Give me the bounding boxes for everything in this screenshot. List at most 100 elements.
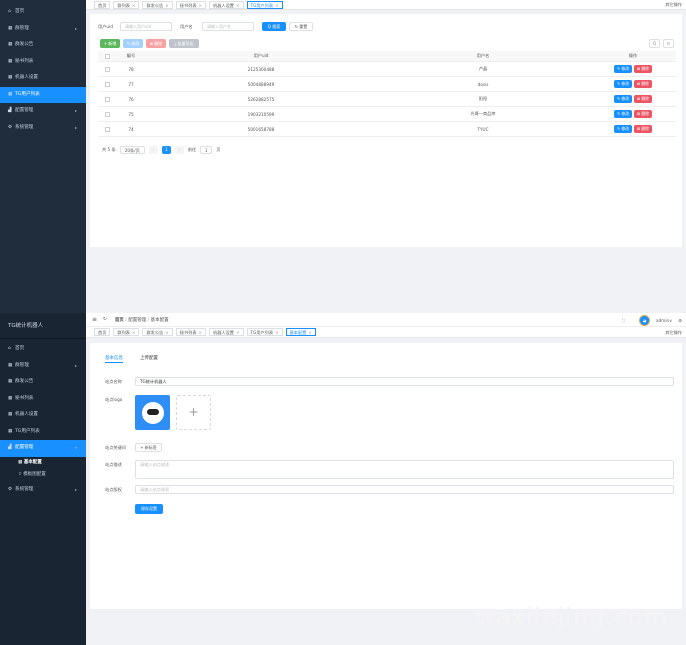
row-delete-button[interactable]: ⊠ 删除 [634,65,652,73]
row-checkbox[interactable] [104,81,110,87]
sidebar-item-label: 群发公告 [15,42,34,47]
close-icon[interactable]: × [165,330,169,335]
tab-basic-info[interactable]: 基本信息 [105,355,123,363]
row-edit-button[interactable]: ✎ 修改 [614,110,632,118]
sidebar-item-bot-3[interactable]: ▦ 秘书列表 [0,391,86,408]
sidebar-item-label: 系统管理 [15,124,34,130]
search-toggle-icon[interactable]: Q [649,39,660,48]
close-icon[interactable]: × [132,330,136,335]
copyright-input[interactable]: 请输入站点版权 [135,485,674,494]
top-tab-3[interactable]: 秘书列表 × [175,0,207,9]
sidebar-item-top-0[interactable]: ⌂ 首页 [0,4,86,21]
other-actions-dropdown-2[interactable]: 其它操作 [665,327,682,338]
sidebar-item-top-7[interactable]: ⚙ 系统管理 ▸ [0,120,86,137]
close-icon[interactable]: × [236,330,240,335]
breadcrumb-item[interactable]: 配置管理 [128,318,146,323]
bot-tab-6[interactable]: 基本配置 × [285,328,316,336]
add-tag-button[interactable]: + 新标签 [135,443,162,452]
sidebar-item-bot-5[interactable]: ▦ TG用户列表 [0,424,86,441]
refresh-icon[interactable]: ↻ [663,39,674,48]
upload-plus-icon[interactable]: + [176,395,211,430]
sidebar-subitem-0[interactable]: ▦ 基本配置 [0,457,86,470]
copyright-label: 站点版权 [105,487,122,492]
close-icon[interactable]: × [275,3,279,8]
bot-tab-2[interactable]: 群发公告 × [142,328,173,336]
sidebar-item-bot-2[interactable]: ▦ 群发公告 [0,374,86,391]
reset-button[interactable]: ↻ 重置 [289,22,313,31]
settings-gear-icon[interactable]: ⚙ [678,318,682,323]
edit-button[interactable]: ✎ 修改 [123,39,143,48]
search-button[interactable]: Q 搜索 [262,22,286,31]
row-delete-button[interactable]: ⊠ 删除 [634,80,652,88]
delete-button[interactable]: ⊠ 删除 [146,39,166,48]
tab-label: TG用户列表 [250,2,274,8]
desc-textarea[interactable]: 请输入站点描述 [135,460,674,479]
close-icon[interactable]: × [275,330,279,335]
refresh-page-icon[interactable]: ↻ [103,317,107,322]
other-actions-dropdown[interactable]: 其它操作 [665,0,682,10]
page-size-select[interactable]: 20条/页 [119,146,145,154]
logo-image[interactable] [135,395,170,430]
top-tab-4[interactable]: 机器人设置 × [209,0,244,9]
close-icon[interactable]: × [236,3,240,8]
top-tab-1[interactable]: 群列表 × [113,0,140,9]
avatar[interactable]: ◕ [639,314,651,326]
user-name[interactable]: admin∨ [656,318,672,323]
row-edit-button[interactable]: ✎ 修改 [614,95,632,103]
grid-icon: ▦ [8,379,13,384]
pagination: 共 5 条 20条/页 ‹ 1 › 前往 1 页 [102,146,220,154]
sidebar-item-top-5[interactable]: ▦ TG用户列表 [0,86,86,103]
close-icon[interactable]: × [165,3,169,8]
row-edit-button[interactable]: ✎ 修改 [614,80,632,88]
row-edit-button[interactable]: ✎ 修改 [614,125,632,133]
close-icon[interactable]: × [199,3,203,8]
bot-tab-5[interactable]: TG用户列表 × [246,328,283,336]
sidebar-item-bot-4[interactable]: ▦ 机器人设置 [0,407,86,424]
top-tab-5[interactable]: TG用户列表 × [246,0,283,9]
bot-tab-3[interactable]: 秘书列表 × [175,328,207,336]
sidebar-item-bot-1[interactable]: ▦ 群管理 ▸ [0,358,86,375]
sidebar-item-top-6[interactable]: ▟ 配置管理 ▸ [0,103,86,120]
tab-label: 秘书列表 [179,2,197,8]
close-icon[interactable]: × [308,330,312,335]
tab-upload-config[interactable]: 上传配置 [140,355,158,361]
sidebar-item-top-1[interactable]: ▦ 群管理 ▸ [0,21,86,38]
top-tab-0[interactable]: 首页 [94,0,111,9]
export-button[interactable]: ⤓ 批量导出 [169,39,199,48]
goto-page-input[interactable]: 1 [200,146,213,154]
sidebar-item-top-2[interactable]: ▦ 群发公告 [0,37,86,54]
tab-label: TG用户列表 [250,330,274,335]
bot-tab-0[interactable]: 首页 [94,328,111,336]
add-button[interactable]: + 新增 [100,39,120,48]
row-delete-button[interactable]: ⊠ 删除 [634,125,652,133]
sidebar-subitem-1[interactable]: ⇪ 模板图配置 [0,469,86,482]
row-edit-button[interactable]: ✎ 修改 [614,65,632,73]
bot-tab-4[interactable]: 机器人设置 × [209,328,244,336]
select-all-checkbox[interactable] [104,53,110,59]
uid-search-input[interactable]: 请输入用户uid [120,22,172,31]
sidebar-item-bot-config[interactable]: ▟ 配置管理 ▾ [0,440,86,457]
row-delete-button[interactable]: ⊠ 删除 [634,110,652,118]
top-tab-2[interactable]: 群发公告 × [142,0,173,9]
hamburger-icon[interactable]: ≡ [92,316,97,323]
breadcrumb-item[interactable]: 首页 [115,318,124,323]
row-checkbox[interactable] [104,96,110,102]
close-icon[interactable]: × [132,3,136,8]
save-settings-button[interactable]: 保存设置 [135,504,163,514]
close-icon[interactable]: × [199,330,203,335]
sidebar-item-top-3[interactable]: ▦ 秘书列表 [0,54,86,71]
sidebar-item-top-4[interactable]: ▦ 机器人设置 [0,70,86,87]
prev-page-button[interactable]: ‹ [148,146,158,154]
row-checkbox[interactable] [104,126,110,132]
bot-tab-1[interactable]: 群列表 × [113,328,140,336]
next-page-button[interactable]: › [174,146,184,154]
row-checkbox[interactable] [104,66,110,72]
fullscreen-icon[interactable]: ⛶ [622,318,625,323]
username-search-input[interactable]: 请输入用户名 [202,22,254,31]
page-1-button[interactable]: 1 [161,146,171,154]
bot-name-input[interactable]: TG统计机器人 [135,377,674,386]
row-checkbox[interactable] [104,111,110,117]
row-delete-button[interactable]: ⊠ 删除 [634,95,652,103]
sidebar-item-bot-sys[interactable]: ⚙ 系统管理 ▸ [0,482,86,499]
sidebar-item-bot-0[interactable]: ⌂ 首页 [0,341,86,358]
